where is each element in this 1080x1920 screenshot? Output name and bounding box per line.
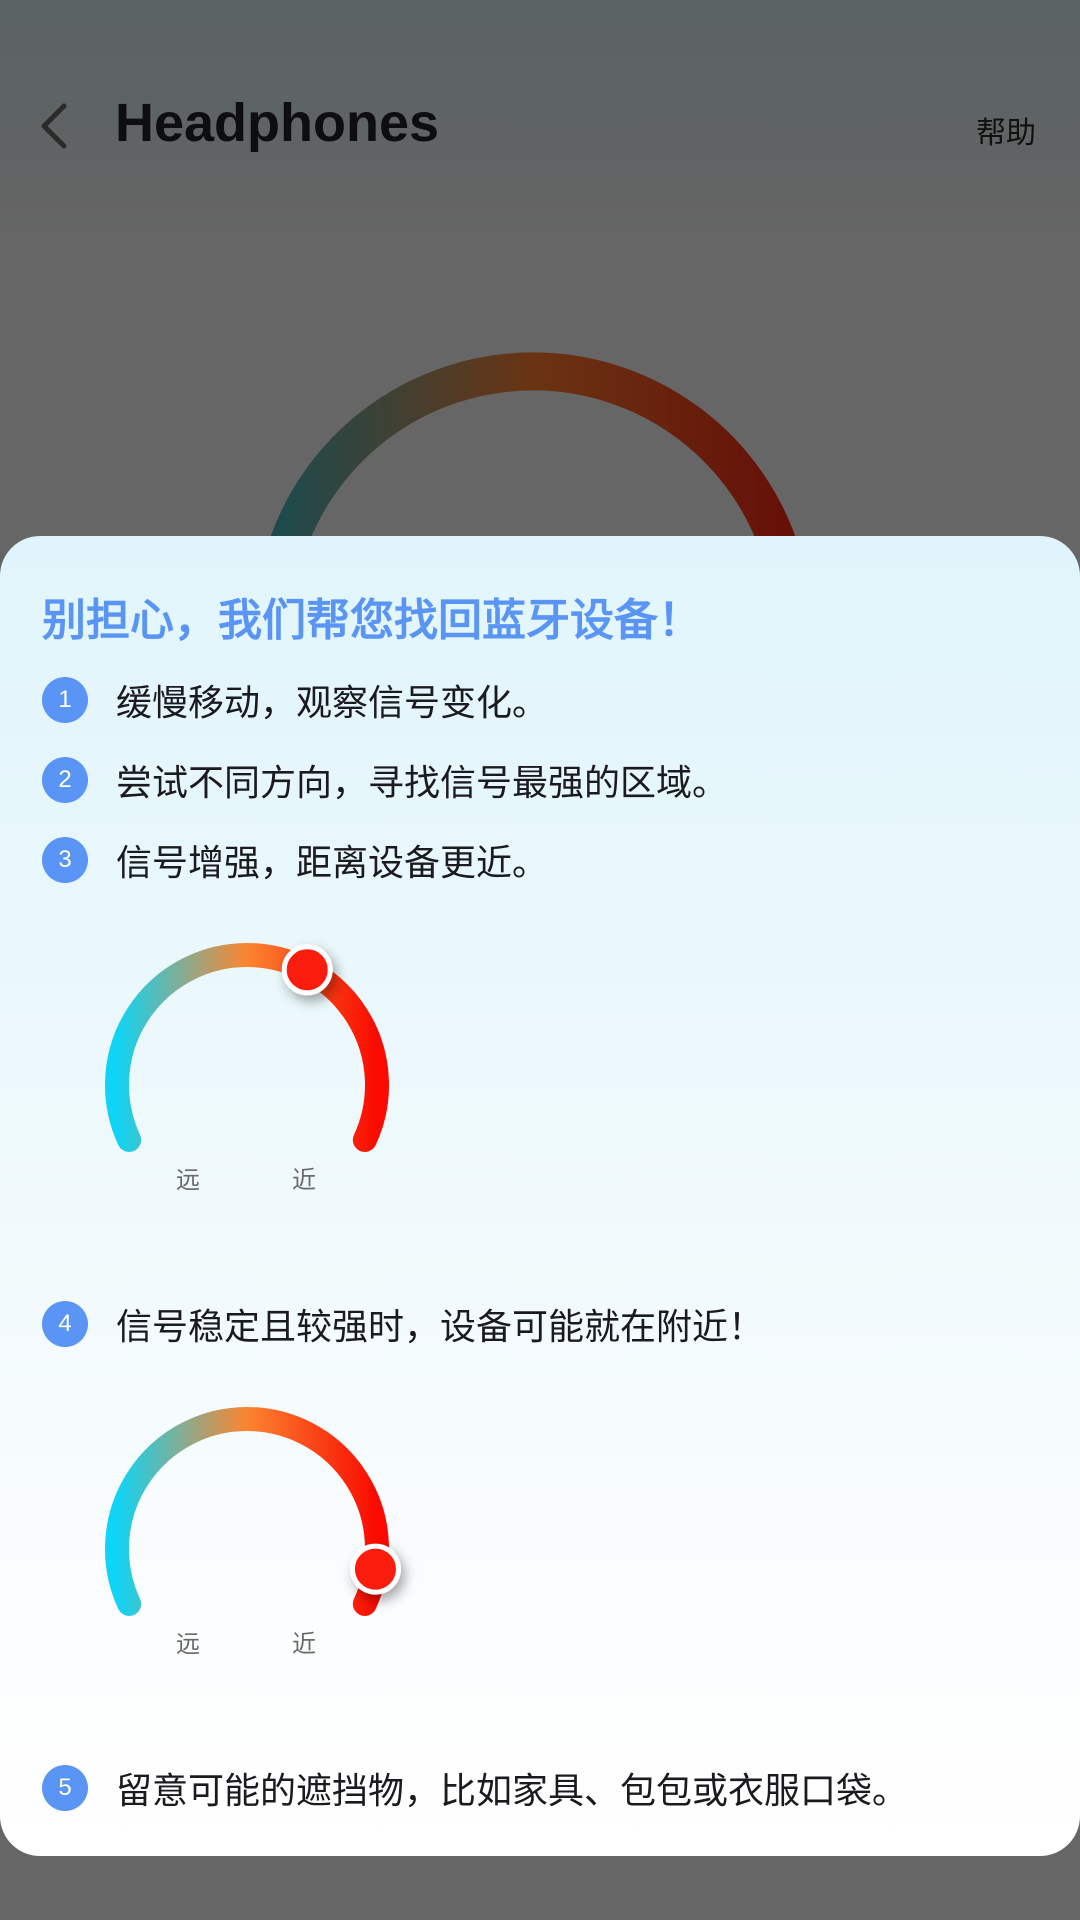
step-text: 留意可能的遮挡物，比如家具、包包或衣服口袋。 (116, 1771, 909, 1812)
gauge-indicator-knob (281, 944, 333, 996)
gauge-indicator-knob (349, 1543, 401, 1595)
step-item: 1 缓慢移动，观察信号变化。 (42, 676, 548, 724)
signal-gauge-graphic (105, 1407, 401, 1616)
signal-gauge-example-near: 远 近 (80, 920, 420, 1200)
step-number-badge: 2 (42, 757, 88, 803)
bottom-sheet: 别担心，我们帮您找回蓝牙设备！ 1 缓慢移动，观察信号变化。 2 尝试不同方向，… (0, 536, 1080, 1856)
step-item: 4 信号稳定且较强时，设备可能就在附近！ (42, 1300, 764, 1348)
chevron-left-icon (41, 103, 67, 149)
step-item: 2 尝试不同方向，寻找信号最强的区域。 (42, 756, 728, 804)
back-button[interactable] (34, 96, 78, 156)
sheet-headline: 别担心，我们帮您找回蓝牙设备！ (42, 595, 702, 646)
signal-gauge-graphic (105, 943, 389, 1152)
step-text: 信号稳定且较强时，设备可能就在附近！ (116, 1307, 765, 1348)
step-number-badge: 5 (42, 1765, 88, 1811)
page-title: Headphones (115, 93, 440, 153)
step-text: 缓慢移动，观察信号变化。 (116, 683, 549, 724)
step-number-badge: 3 (42, 837, 88, 883)
signal-gauge-example-strong: 远 近 (80, 1384, 420, 1664)
help-button[interactable]: 帮助 (976, 108, 1036, 152)
gauge-arc (105, 1407, 389, 1616)
gauge-far-label: 远 (176, 1166, 200, 1194)
step-item: 5 留意可能的遮挡物，比如家具、包包或衣服口袋。 (42, 1764, 908, 1812)
step-item: 3 信号增强，距离设备更近。 (42, 836, 548, 884)
gauge-near-label: 近 (292, 1630, 316, 1658)
step-text: 尝试不同方向，寻找信号最强的区域。 (116, 763, 729, 804)
gauge-arc (105, 943, 389, 1152)
background-signal-gauge (269, 352, 797, 540)
gauge-far-label: 远 (176, 1630, 200, 1658)
background-gauge-arc (269, 352, 797, 540)
step-number-badge: 1 (42, 677, 88, 723)
step-text: 信号增强，距离设备更近。 (116, 843, 549, 884)
gauge-near-label: 近 (292, 1166, 316, 1194)
step-number-badge: 4 (42, 1301, 88, 1347)
